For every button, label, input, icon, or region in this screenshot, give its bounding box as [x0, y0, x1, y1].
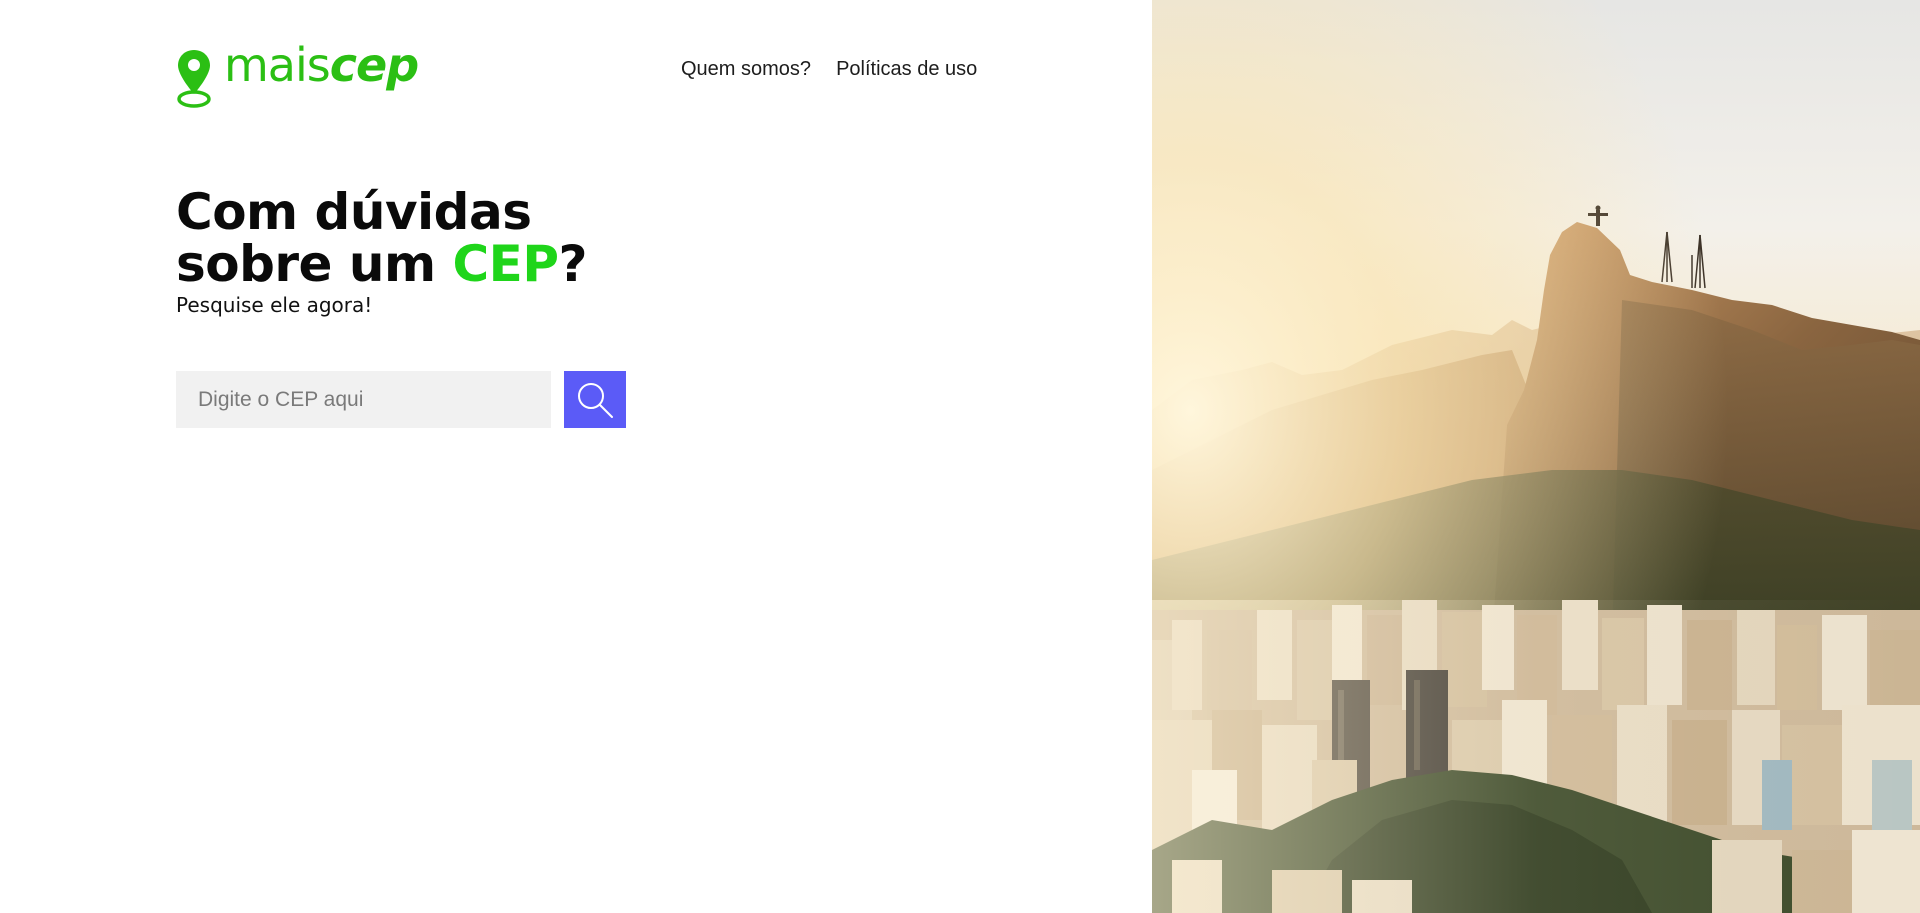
- logo-text-bold: cep: [329, 38, 419, 92]
- hero-image: [1152, 0, 1920, 913]
- search-button[interactable]: [564, 371, 626, 428]
- nav-link-quem-somos[interactable]: Quem somos?: [681, 58, 811, 81]
- hero-subtitle: Pesquise ele agora!: [176, 293, 373, 317]
- city-mountain-photo: [1152, 0, 1920, 913]
- left-panel: maiscep Quem somos? Políticas de uso Com…: [0, 0, 1152, 913]
- cep-search-input[interactable]: [176, 371, 551, 428]
- cep-search-form: [176, 371, 626, 428]
- hero-title-line2-prefix: sobre um: [176, 235, 453, 293]
- main-nav: Quem somos? Políticas de uso: [681, 58, 977, 81]
- hero-title-line2-suffix: ?: [558, 235, 587, 293]
- hero-title: Com dúvidas sobre um CEP?: [176, 186, 587, 290]
- hero-title-accent: CEP: [452, 235, 559, 293]
- logo-wordmark: maiscep: [224, 42, 419, 88]
- hero-title-line1: Com dúvidas: [176, 183, 532, 241]
- search-icon: [578, 382, 613, 418]
- map-pin-icon: [177, 50, 211, 108]
- logo[interactable]: maiscep: [176, 42, 419, 110]
- logo-text-light: mais: [224, 38, 331, 92]
- nav-link-politicas-de-uso[interactable]: Políticas de uso: [836, 58, 977, 81]
- page: maiscep Quem somos? Políticas de uso Com…: [0, 0, 1920, 913]
